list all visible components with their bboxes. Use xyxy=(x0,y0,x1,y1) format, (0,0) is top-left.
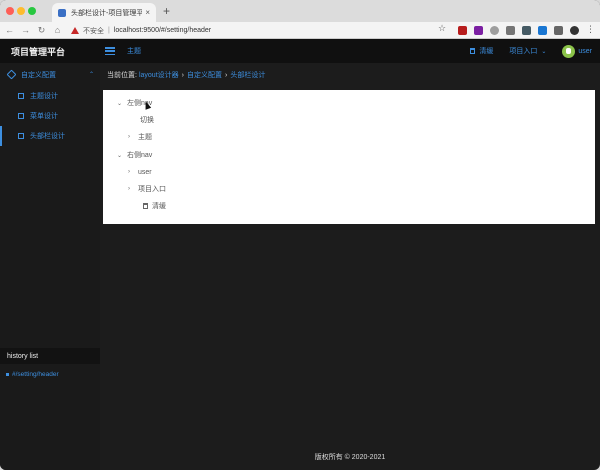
reload-icon[interactable]: ↻ xyxy=(35,25,48,36)
tree-node-label: 主题 xyxy=(138,134,152,141)
tree-node-user[interactable]: › user xyxy=(128,166,152,178)
warning-icon xyxy=(71,27,79,34)
address-bar[interactable]: 不安全 | localhost:9500/#/setting/header xyxy=(71,24,456,37)
breadcrumb-item[interactable]: 头部栏设计 xyxy=(230,70,265,80)
breadcrumb: 当前位置: layout设计器 › 自定义配置 › 头部栏设计 xyxy=(107,70,265,80)
project-entry-dropdown[interactable]: 项目入口 ⌄ xyxy=(509,46,546,56)
extension-icon[interactable] xyxy=(458,26,467,35)
extension-icon[interactable] xyxy=(474,26,483,35)
clear-cache-label: 清缓 xyxy=(479,48,494,55)
tree-node-right-nav[interactable]: ⌄ 右侧nav xyxy=(117,149,152,161)
footer-copyright: 版权所有 © 2020-2021 xyxy=(314,454,386,461)
back-icon[interactable]: ← xyxy=(3,25,16,35)
url-separator: | xyxy=(108,27,110,34)
browser-tab[interactable]: 头部栏设计-项目管理平台 × xyxy=(52,3,156,22)
chevron-down-icon[interactable]: ⌄ xyxy=(117,100,127,107)
history-panel: history list #/setting/header xyxy=(0,348,100,384)
chevron-right-icon[interactable]: › xyxy=(128,169,138,175)
breadcrumb-separator: › xyxy=(224,71,228,79)
profile-icon[interactable] xyxy=(570,26,579,35)
sidebar-item-label: 菜单设计 xyxy=(30,113,58,120)
extension-icon[interactable] xyxy=(538,26,547,35)
bookmark-star-icon[interactable]: ☆ xyxy=(438,23,446,34)
history-item[interactable]: #/setting/header xyxy=(0,364,100,384)
sidebar-item-menu-design[interactable]: 菜单设计 xyxy=(0,106,100,126)
header-actions: 清缓 项目入口 ⌄ user xyxy=(470,39,600,63)
home-icon[interactable]: ⌂ xyxy=(51,25,64,35)
sidebar-item-label: 头部栏设计 xyxy=(30,133,65,140)
tree-node-theme[interactable]: › 主题 xyxy=(128,131,152,143)
sidebar-item-theme-design[interactable]: 主题设计 xyxy=(0,86,100,106)
menu-item-icon xyxy=(18,93,24,99)
tree-node-label: 清缓 xyxy=(152,203,166,210)
app-header: 项目管理平台 主题 清缓 项目入口 ⌄ user xyxy=(0,39,600,63)
trash-icon xyxy=(143,203,148,209)
sidebar-group-label: 自定义配置 xyxy=(21,71,56,79)
chevron-down-icon[interactable]: ⌄ xyxy=(117,152,127,159)
chevron-right-icon[interactable]: › xyxy=(128,134,138,140)
avatar[interactable] xyxy=(562,44,576,58)
puzzle-icon[interactable] xyxy=(554,26,563,35)
minimize-window-button[interactable] xyxy=(17,7,25,15)
project-entry-label: 项目入口 xyxy=(509,48,538,55)
extension-icon[interactable] xyxy=(522,26,531,35)
menu-item-icon xyxy=(18,113,24,119)
header-tab-theme[interactable]: 主题 xyxy=(127,46,141,56)
breadcrumb-item[interactable]: 自定义配置 xyxy=(187,70,222,80)
more-menu-icon[interactable]: ⋮ xyxy=(586,24,595,35)
bullet-icon xyxy=(6,372,9,376)
sidebar: 自定义配置 ⌃ 主题设计 菜单设计 头部栏设计 history list #/s… xyxy=(0,63,100,470)
extension-icon[interactable] xyxy=(506,26,515,35)
breadcrumb-separator: › xyxy=(181,71,184,79)
tab-strip: 头部栏设计-项目管理平台 × + xyxy=(0,0,600,22)
hamburger-menu-icon[interactable] xyxy=(105,47,115,55)
tree-node-label: 切换 xyxy=(140,117,154,124)
tree-node-clear[interactable]: 清缓 xyxy=(143,200,166,212)
url-text[interactable]: localhost:9500/#/setting/header xyxy=(114,27,211,34)
new-tab-button[interactable]: + xyxy=(163,4,170,18)
tree-node-toggle[interactable]: 切换 xyxy=(140,114,154,126)
favicon-icon xyxy=(58,8,66,17)
sidebar-item-header-design[interactable]: 头部栏设计 xyxy=(0,126,100,146)
insecure-label: 不安全 xyxy=(83,27,104,35)
chevron-up-icon: ⌃ xyxy=(88,72,94,78)
menu-item-icon xyxy=(18,133,24,139)
tree-node-label: user xyxy=(138,168,152,176)
extension-icon[interactable] xyxy=(490,26,499,35)
breadcrumb-prefix: 当前位置: xyxy=(107,72,137,79)
breadcrumb-item[interactable]: layout设计器 xyxy=(139,70,179,80)
close-window-button[interactable] xyxy=(6,7,14,15)
tree-node-label: 右侧nav xyxy=(127,152,153,159)
tree-panel: ⌄ 左侧nav 切换 › 主题 ⌄ 右侧nav › user › 项目入口 清缓 xyxy=(103,90,595,224)
wrench-icon xyxy=(6,69,17,80)
trash-icon xyxy=(470,48,476,54)
sidebar-item-label: 主题设计 xyxy=(30,93,58,100)
maximize-window-button[interactable] xyxy=(28,7,36,15)
tab-title: 头部栏设计-项目管理平台 xyxy=(71,9,143,17)
user-name[interactable]: user xyxy=(578,48,592,55)
sidebar-group-custom-config[interactable]: 自定义配置 ⌃ xyxy=(0,63,100,86)
browser-toolbar: ← → ↻ ⌂ 不安全 | localhost:9500/#/setting/h… xyxy=(0,22,600,39)
tab-close-button[interactable]: × xyxy=(145,8,150,17)
forward-icon[interactable]: → xyxy=(19,25,32,35)
chevron-down-icon: ⌄ xyxy=(541,48,547,55)
history-title: history list xyxy=(0,348,100,364)
brand-title: 项目管理平台 xyxy=(11,46,66,57)
tree-node-project-entry[interactable]: › 项目入口 xyxy=(128,183,166,195)
clear-cache-button[interactable]: 清缓 xyxy=(470,46,493,56)
tree-node-label: 项目入口 xyxy=(138,186,166,193)
browser-window: 头部栏设计-项目管理平台 × + ← → ↻ ⌂ 不安全 | localhost… xyxy=(0,0,600,470)
chevron-right-icon[interactable]: › xyxy=(128,186,138,192)
history-item-label: #/setting/header xyxy=(12,370,59,378)
